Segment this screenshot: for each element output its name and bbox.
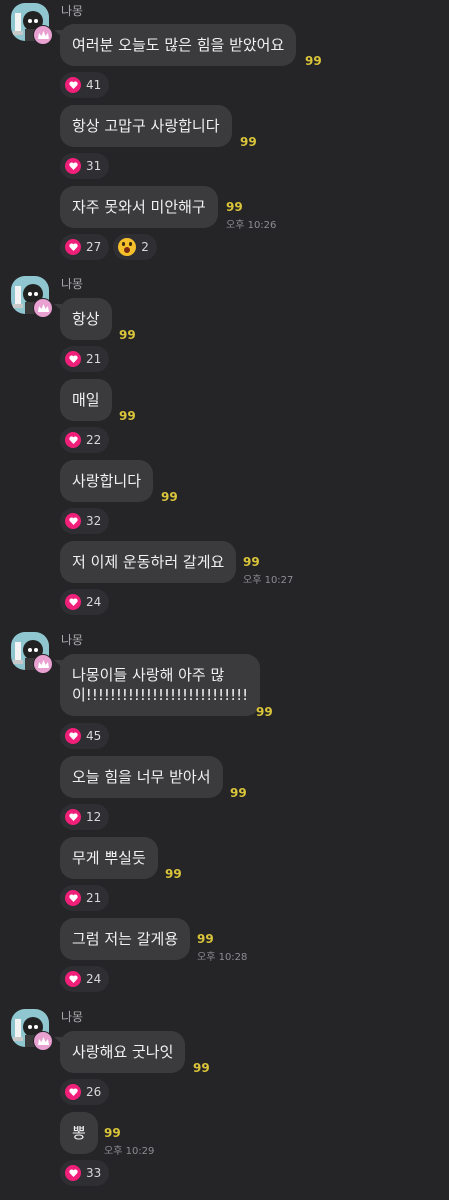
reaction-count: 21 bbox=[86, 352, 102, 366]
reaction-count: 27 bbox=[86, 240, 102, 254]
message-bubble[interactable]: 항상 bbox=[60, 298, 112, 340]
heart-icon bbox=[65, 728, 81, 744]
reaction-count: 24 bbox=[86, 972, 102, 986]
unread-count: 99 bbox=[161, 490, 178, 504]
message-line: 이!!!!!!!!!!!!!!!!!!!!!!!!!!! bbox=[72, 686, 249, 704]
reaction-heart[interactable]: 22 bbox=[60, 427, 110, 453]
heart-icon bbox=[65, 351, 81, 367]
reaction-heart[interactable]: 21 bbox=[60, 346, 110, 372]
reaction-count: 12 bbox=[86, 810, 102, 824]
reaction-heart[interactable]: 32 bbox=[60, 508, 110, 534]
heart-icon bbox=[65, 890, 81, 906]
reaction-count: 2 bbox=[141, 240, 149, 254]
unread-count: 99 bbox=[230, 786, 247, 800]
crown-icon bbox=[33, 298, 53, 318]
reaction-count: 24 bbox=[86, 595, 102, 609]
reaction-count: 45 bbox=[86, 729, 102, 743]
unread-count: 99 bbox=[165, 867, 182, 881]
crown-icon bbox=[33, 654, 53, 674]
message-bubble[interactable]: 여러분 오늘도 많은 힘을 받았어요 bbox=[60, 24, 297, 66]
sender-name: 나몽 bbox=[61, 633, 84, 647]
timestamp: 오후 10:26 bbox=[226, 220, 277, 231]
reaction-count: 26 bbox=[86, 1085, 102, 1099]
unread-count: 99 bbox=[193, 1061, 210, 1075]
heart-icon bbox=[65, 513, 81, 529]
message-line: 나몽이들 사랑해 아주 많 bbox=[72, 666, 225, 684]
unread-count: 99 bbox=[119, 328, 136, 342]
message-bubble[interactable]: 나몽이들 사랑해 아주 많 이!!!!!!!!!!!!!!!!!!!!!!!!!… bbox=[60, 654, 261, 716]
reaction-bar: 22 bbox=[60, 427, 110, 453]
reaction-heart[interactable]: 26 bbox=[60, 1079, 110, 1105]
reaction-heart[interactable]: 24 bbox=[60, 589, 110, 615]
reaction-count: 31 bbox=[86, 159, 102, 173]
reaction-count: 32 bbox=[86, 514, 102, 528]
unread-count: 99 bbox=[305, 54, 322, 68]
unread-count: 99 bbox=[243, 555, 260, 569]
message-bubble[interactable]: 저 이제 운동하러 갈게요 bbox=[60, 541, 237, 583]
reaction-count: 41 bbox=[86, 78, 102, 92]
heart-icon bbox=[65, 158, 81, 174]
reaction-bar: 24 bbox=[60, 966, 110, 992]
unread-count: 99 bbox=[197, 932, 214, 946]
unread-count: 99 bbox=[119, 409, 136, 423]
heart-icon bbox=[65, 1084, 81, 1100]
timestamp: 오후 10:28 bbox=[197, 952, 248, 963]
reaction-heart[interactable]: 27 bbox=[60, 234, 110, 260]
sender-name: 나몽 bbox=[61, 1010, 84, 1024]
crown-icon bbox=[33, 1031, 53, 1051]
reaction-count: 22 bbox=[86, 433, 102, 447]
message-bubble[interactable]: 무게 뿌실듯 bbox=[60, 837, 158, 879]
reaction-bar: 24 bbox=[60, 589, 110, 615]
surprised-face-icon bbox=[118, 238, 137, 256]
heart-icon bbox=[65, 239, 81, 255]
reaction-heart[interactable]: 31 bbox=[60, 153, 110, 179]
reaction-heart[interactable]: 24 bbox=[60, 966, 110, 992]
reaction-heart[interactable]: 45 bbox=[60, 723, 110, 749]
reaction-bar: 41 bbox=[60, 72, 110, 98]
timestamp: 오후 10:27 bbox=[243, 575, 294, 586]
reaction-bar: 21 bbox=[60, 885, 110, 911]
message-bubble[interactable]: 사랑해요 굿나잇 bbox=[60, 1031, 186, 1073]
heart-icon bbox=[65, 77, 81, 93]
reaction-bar: 12 bbox=[60, 804, 110, 830]
unread-count: 99 bbox=[104, 1126, 121, 1140]
reaction-heart[interactable]: 21 bbox=[60, 885, 110, 911]
timestamp: 오후 10:29 bbox=[104, 1146, 155, 1157]
reaction-bar: 33 bbox=[60, 1160, 110, 1186]
unread-count: 99 bbox=[226, 200, 243, 214]
reaction-bar: 27 2 bbox=[60, 234, 157, 260]
heart-icon bbox=[65, 594, 81, 610]
heart-icon bbox=[65, 971, 81, 987]
reaction-bar: 21 bbox=[60, 346, 110, 372]
reaction-bar: 26 bbox=[60, 1079, 110, 1105]
unread-count: 99 bbox=[240, 135, 257, 149]
unread-count: 99 bbox=[256, 705, 273, 719]
reaction-count: 21 bbox=[86, 891, 102, 905]
reaction-bar: 31 bbox=[60, 153, 110, 179]
reaction-heart[interactable]: 12 bbox=[60, 804, 110, 830]
message-bubble[interactable]: 항상 고맙구 사랑합니다 bbox=[60, 105, 232, 147]
message-bubble[interactable]: 사랑합니다 bbox=[60, 460, 154, 502]
reaction-bar: 45 bbox=[60, 723, 110, 749]
heart-icon bbox=[65, 809, 81, 825]
message-bubble[interactable]: 뽕 bbox=[60, 1112, 98, 1154]
heart-icon bbox=[65, 1165, 81, 1181]
reaction-heart[interactable]: 41 bbox=[60, 72, 110, 98]
reaction-surprised[interactable]: 2 bbox=[113, 234, 157, 260]
message-bubble[interactable]: 자주 못와서 미안해구 bbox=[60, 186, 218, 228]
heart-icon bbox=[65, 432, 81, 448]
message-bubble[interactable]: 오늘 힘을 너무 받아서 bbox=[60, 756, 223, 798]
message-bubble[interactable]: 그럼 저는 갈게용 bbox=[60, 918, 191, 960]
sender-name: 나몽 bbox=[61, 4, 84, 18]
reaction-heart[interactable]: 33 bbox=[60, 1160, 110, 1186]
message-bubble[interactable]: 매일 bbox=[60, 379, 112, 421]
sender-name: 나몽 bbox=[61, 277, 84, 291]
crown-icon bbox=[33, 25, 53, 45]
reaction-count: 33 bbox=[86, 1166, 102, 1180]
reaction-bar: 32 bbox=[60, 508, 110, 534]
